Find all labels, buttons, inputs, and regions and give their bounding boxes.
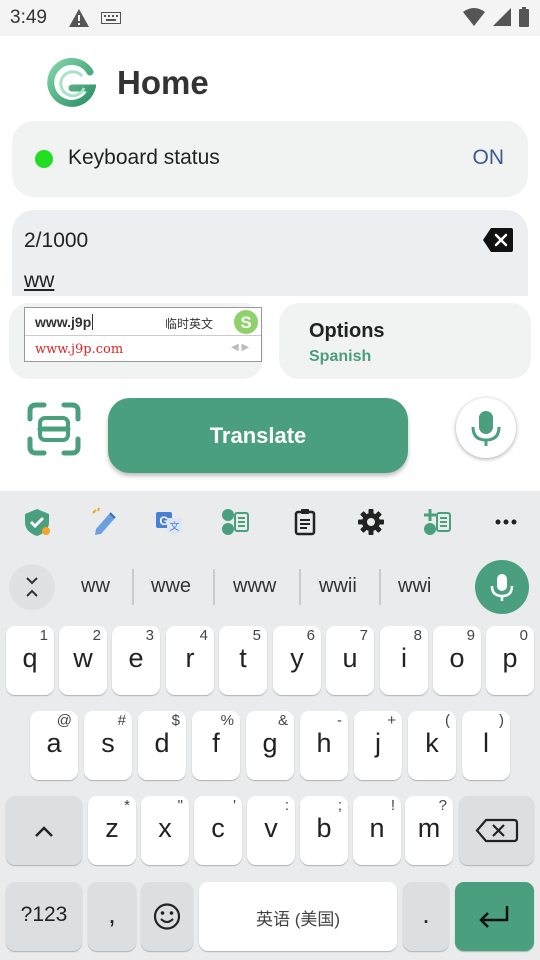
symbols-key[interactable]: ?123: [6, 882, 82, 951]
url-typed: www.j9p: [35, 314, 92, 330]
wifi-icon: [463, 8, 485, 26]
char-count: 2/1000: [24, 229, 89, 252]
app-logo-icon: [47, 58, 96, 107]
suggestion-3[interactable]: www: [233, 575, 276, 598]
key-r[interactable]: 4r: [166, 626, 214, 695]
enter-icon: [479, 906, 509, 928]
key-y[interactable]: 6y: [273, 626, 321, 695]
shield-check-icon[interactable]: [22, 507, 52, 537]
key-f[interactable]: % f: [192, 711, 240, 780]
suggestion-5[interactable]: wwi: [398, 575, 431, 598]
url-divider: [25, 335, 261, 336]
key-i[interactable]: 8i: [380, 626, 428, 695]
collapse-toolbar-button[interactable]: [9, 564, 55, 610]
key-v[interactable]: :v: [247, 796, 295, 865]
emoji-icon: [153, 903, 181, 930]
voice-input-button[interactable]: [456, 398, 516, 458]
suggestion-4[interactable]: wwii: [319, 575, 357, 598]
pencil-icon[interactable]: [90, 507, 120, 537]
key-q[interactable]: 1q: [6, 626, 54, 695]
scan-icon[interactable]: [26, 401, 82, 457]
suggestion-1[interactable]: ww: [81, 575, 110, 598]
suggestion-divider: [299, 569, 301, 605]
suggestion-bar: ww wwe www wwii wwi: [0, 555, 540, 615]
svg-text:S: S: [240, 313, 251, 332]
app-screen: 3:49 Home Keyboard status ON 2/1000 ww w…: [0, 0, 540, 960]
key-o[interactable]: 9o: [433, 626, 481, 695]
signal-icon: [493, 8, 511, 26]
clipboard-icon[interactable]: [290, 507, 320, 537]
key-e[interactable]: 3e: [112, 626, 160, 695]
key-p[interactable]: 0p: [486, 626, 534, 695]
key-b[interactable]: ; b: [300, 796, 348, 865]
comma-key[interactable]: ,: [88, 882, 136, 951]
key-u[interactable]: 7u: [326, 626, 374, 695]
sogou-logo-icon: S: [234, 310, 258, 334]
url-suggestion[interactable]: www.j9p.com: [35, 342, 123, 357]
input-mode-label: 临时英文: [165, 317, 214, 331]
period-key[interactable]: .: [403, 882, 449, 951]
apps-list-icon[interactable]: [220, 507, 250, 537]
shift-icon: [35, 826, 53, 837]
page-arrows-icon[interactable]: ◀ ▶: [231, 342, 249, 353]
key-n[interactable]: ! n: [353, 796, 401, 865]
key-t[interactable]: 5t: [219, 626, 267, 695]
svg-text:文: 文: [170, 520, 180, 533]
key-w[interactable]: 2w: [59, 626, 107, 695]
microphone-icon: [490, 574, 514, 601]
key-d[interactable]: $ d: [138, 711, 186, 780]
key-x[interactable]: " x: [141, 796, 189, 865]
key-h[interactable]: -h: [300, 711, 348, 780]
soft-keyboard: G 文 ww wwe www wwii wwi 1 q 2 w 3 e 4 r …: [0, 491, 540, 960]
translate-icon[interactable]: G 文: [154, 507, 184, 537]
key-c[interactable]: ' c: [194, 796, 242, 865]
battery-icon: [519, 7, 529, 27]
more-icon[interactable]: [491, 507, 521, 537]
key-a[interactable]: @ a: [30, 711, 78, 780]
options-language: Spanish: [309, 348, 372, 365]
key-s[interactable]: # s: [84, 711, 132, 780]
url-suggestion-popup[interactable]: www.j9p 临时英文 S www.j9p.com ◀ ▶: [24, 307, 262, 362]
status-bar: 3:49: [0, 0, 540, 36]
keyboard-status-label: Keyboard status: [68, 146, 220, 169]
suggestion-divider: [379, 569, 381, 605]
suggestion-2[interactable]: wwe: [151, 575, 191, 598]
key-m[interactable]: ? m: [405, 796, 453, 865]
key-z[interactable]: * z: [88, 796, 136, 865]
options-card[interactable]: Options Spanish: [279, 303, 531, 379]
add-list-icon[interactable]: [422, 507, 452, 537]
backspace-icon: [475, 818, 519, 843]
warning-icon: [69, 9, 89, 27]
emoji-key[interactable]: [141, 882, 193, 951]
collapse-icon: [26, 577, 38, 597]
microphone-icon: [471, 411, 501, 446]
shift-key[interactable]: [6, 796, 82, 865]
suggestion-divider: [132, 569, 134, 605]
enter-key[interactable]: [455, 882, 534, 951]
clear-text-icon[interactable]: [482, 227, 514, 253]
space-key[interactable]: 英语 (美国): [199, 882, 397, 951]
suggestion-divider: [213, 569, 215, 605]
keyboard-status-card[interactable]: Keyboard status ON: [12, 121, 528, 197]
keyboard-voice-button[interactable]: [475, 560, 529, 614]
backspace-key[interactable]: [459, 796, 534, 865]
translation-input[interactable]: 2/1000 ww: [12, 210, 528, 296]
gear-icon[interactable]: [356, 507, 386, 537]
options-label: Options: [309, 320, 385, 342]
keyboard-toolbar: G 文: [0, 491, 540, 555]
status-right-icons: [462, 7, 530, 27]
key-k[interactable]: (k: [408, 711, 456, 780]
key-j[interactable]: + j: [354, 711, 402, 780]
key-l[interactable]: ) l: [462, 711, 510, 780]
key-g[interactable]: & g: [246, 711, 294, 780]
input-text: ww: [24, 269, 55, 292]
status-dot-icon: [35, 150, 53, 168]
translate-button[interactable]: Translate: [108, 398, 408, 473]
keyboard-status-icon: [101, 12, 121, 24]
keyboard-status-value: ON: [472, 146, 505, 169]
page-title: Home: [117, 64, 209, 101]
status-time: 3:49: [10, 7, 47, 28]
